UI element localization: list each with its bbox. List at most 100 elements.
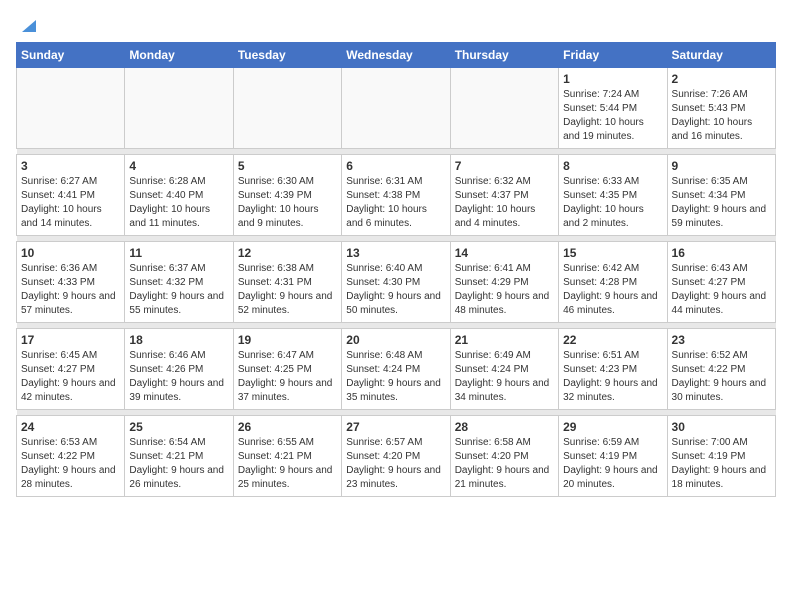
calendar-cell: 21Sunrise: 6:49 AM Sunset: 4:24 PM Dayli… (450, 329, 558, 410)
calendar-cell: 20 Sunrise: 6:48 AM Sunset: 4:24 PM Dayli… (342, 329, 450, 410)
day-number: 18 (129, 333, 228, 347)
calendar-cell: 5 Sunrise: 6:30 AM Sunset: 4:39 PM Daylig… (233, 155, 341, 236)
calendar-cell: 9 Sunrise: 6:35 AM Sunset: 4:34 PM Daylig… (667, 155, 775, 236)
cell-info: Sunrise: 7:00 AM Sunset: 4:19 PM Dayligh… (672, 436, 771, 492)
day-number: 17 (21, 333, 120, 347)
calendar-cell: 10 Sunrise: 6:36 AM Sunset: 4:33 PM Dayli… (17, 242, 125, 323)
calendar-cell: 17 Sunrise: 6:45 AM Sunset: 4:27 PM Dayli… (17, 329, 125, 410)
week-row-1: 1Sunrise: 7:24 AM Sunset: 5:44 PM Daylig… (17, 68, 776, 149)
day-number: 12 (238, 246, 337, 260)
calendar-cell: 1Sunrise: 7:24 AM Sunset: 5:44 PM Daylig… (559, 68, 667, 149)
calendar-cell: 13 Sunrise: 6:40 AM Sunset: 4:30 PM Dayli… (342, 242, 450, 323)
cell-info: Sunrise: 6:38 AM Sunset: 4:31 PM Dayligh… (238, 262, 337, 318)
cell-info: Sunrise: 6:53 AM Sunset: 4:22 PM Dayligh… (21, 436, 120, 492)
day-number: 25 (129, 420, 228, 434)
cell-info: Sunrise: 6:49 AM Sunset: 4:24 PM Dayligh… (455, 349, 554, 405)
cell-info: Sunrise: 6:35 AM Sunset: 4:34 PM Dayligh… (672, 175, 771, 231)
cell-info: Sunrise: 6:31 AM Sunset: 4:38 PM Dayligh… (346, 175, 445, 231)
calendar-cell: 29 Sunrise: 6:59 AM Sunset: 4:19 PM Dayli… (559, 416, 667, 497)
calendar-cell (342, 68, 450, 149)
calendar-cell: 4Sunrise: 6:28 AM Sunset: 4:40 PM Daylig… (125, 155, 233, 236)
cell-info: Sunrise: 7:26 AM Sunset: 5:43 PM Dayligh… (672, 88, 771, 144)
calendar-cell: 6 Sunrise: 6:31 AM Sunset: 4:38 PM Daylig… (342, 155, 450, 236)
cell-info: Sunrise: 6:40 AM Sunset: 4:30 PM Dayligh… (346, 262, 445, 318)
day-number: 6 (346, 159, 445, 173)
day-number: 8 (563, 159, 662, 173)
weekday-header-thursday: Thursday (450, 43, 558, 68)
calendar-cell: 27 Sunrise: 6:57 AM Sunset: 4:20 PM Dayli… (342, 416, 450, 497)
day-number: 15 (563, 246, 662, 260)
day-number: 22 (563, 333, 662, 347)
cell-info: Sunrise: 6:55 AM Sunset: 4:21 PM Dayligh… (238, 436, 337, 492)
cell-info: Sunrise: 6:51 AM Sunset: 4:23 PM Dayligh… (563, 349, 662, 405)
weekday-header-monday: Monday (125, 43, 233, 68)
calendar-cell: 3Sunrise: 6:27 AM Sunset: 4:41 PM Daylig… (17, 155, 125, 236)
day-number: 28 (455, 420, 554, 434)
weekday-header-saturday: Saturday (667, 43, 775, 68)
weekday-header-friday: Friday (559, 43, 667, 68)
logo-row (16, 16, 36, 34)
cell-info: Sunrise: 6:37 AM Sunset: 4:32 PM Dayligh… (129, 262, 228, 318)
cell-info: Sunrise: 6:46 AM Sunset: 4:26 PM Dayligh… (129, 349, 228, 405)
calendar-cell: 8 Sunrise: 6:33 AM Sunset: 4:35 PM Daylig… (559, 155, 667, 236)
cell-info: Sunrise: 6:59 AM Sunset: 4:19 PM Dayligh… (563, 436, 662, 492)
day-number: 5 (238, 159, 337, 173)
day-number: 9 (672, 159, 771, 173)
cell-info: Sunrise: 6:28 AM Sunset: 4:40 PM Dayligh… (129, 175, 228, 231)
cell-info: Sunrise: 6:30 AM Sunset: 4:39 PM Dayligh… (238, 175, 337, 231)
day-number: 27 (346, 420, 445, 434)
cell-info: Sunrise: 6:57 AM Sunset: 4:20 PM Dayligh… (346, 436, 445, 492)
day-number: 19 (238, 333, 337, 347)
calendar-cell (233, 68, 341, 149)
weekday-header-tuesday: Tuesday (233, 43, 341, 68)
day-number: 16 (672, 246, 771, 260)
cell-info: Sunrise: 6:48 AM Sunset: 4:24 PM Dayligh… (346, 349, 445, 405)
cell-info: Sunrise: 7:24 AM Sunset: 5:44 PM Dayligh… (563, 88, 662, 144)
week-row-3: 10 Sunrise: 6:36 AM Sunset: 4:33 PM Dayli… (17, 242, 776, 323)
weekday-header-row: SundayMondayTuesdayWednesdayThursdayFrid… (17, 43, 776, 68)
cell-info: Sunrise: 6:45 AM Sunset: 4:27 PM Dayligh… (21, 349, 120, 405)
cell-info: Sunrise: 6:43 AM Sunset: 4:27 PM Dayligh… (672, 262, 771, 318)
logo-triangle-icon (18, 16, 36, 34)
cell-info: Sunrise: 6:41 AM Sunset: 4:29 PM Dayligh… (455, 262, 554, 318)
day-number: 7 (455, 159, 554, 173)
day-number: 29 (563, 420, 662, 434)
calendar-cell: 14 Sunrise: 6:41 AM Sunset: 4:29 PM Dayli… (450, 242, 558, 323)
calendar-cell: 26Sunrise: 6:55 AM Sunset: 4:21 PM Dayli… (233, 416, 341, 497)
cell-info: Sunrise: 6:42 AM Sunset: 4:28 PM Dayligh… (563, 262, 662, 318)
calendar-cell: 24 Sunrise: 6:53 AM Sunset: 4:22 PM Dayli… (17, 416, 125, 497)
calendar-cell (450, 68, 558, 149)
logo (16, 16, 36, 34)
calendar-cell: 22 Sunrise: 6:51 AM Sunset: 4:23 PM Dayli… (559, 329, 667, 410)
week-row-2: 3Sunrise: 6:27 AM Sunset: 4:41 PM Daylig… (17, 155, 776, 236)
day-number: 2 (672, 72, 771, 86)
calendar-cell (125, 68, 233, 149)
calendar-cell: 28Sunrise: 6:58 AM Sunset: 4:20 PM Dayli… (450, 416, 558, 497)
day-number: 11 (129, 246, 228, 260)
weekday-header-wednesday: Wednesday (342, 43, 450, 68)
week-row-5: 24 Sunrise: 6:53 AM Sunset: 4:22 PM Dayli… (17, 416, 776, 497)
calendar-cell: 30 Sunrise: 7:00 AM Sunset: 4:19 PM Dayli… (667, 416, 775, 497)
day-number: 20 (346, 333, 445, 347)
weekday-header-sunday: Sunday (17, 43, 125, 68)
calendar-cell: 11 Sunrise: 6:37 AM Sunset: 4:32 PM Dayli… (125, 242, 233, 323)
header-area (16, 16, 776, 34)
day-number: 10 (21, 246, 120, 260)
day-number: 24 (21, 420, 120, 434)
calendar-table: SundayMondayTuesdayWednesdayThursdayFrid… (16, 42, 776, 497)
cell-info: Sunrise: 6:47 AM Sunset: 4:25 PM Dayligh… (238, 349, 337, 405)
week-row-4: 17 Sunrise: 6:45 AM Sunset: 4:27 PM Dayli… (17, 329, 776, 410)
day-number: 3 (21, 159, 120, 173)
cell-info: Sunrise: 6:33 AM Sunset: 4:35 PM Dayligh… (563, 175, 662, 231)
day-number: 30 (672, 420, 771, 434)
cell-info: Sunrise: 6:36 AM Sunset: 4:33 PM Dayligh… (21, 262, 120, 318)
calendar-cell: 2 Sunrise: 7:26 AM Sunset: 5:43 PM Daylig… (667, 68, 775, 149)
day-number: 14 (455, 246, 554, 260)
cell-info: Sunrise: 6:32 AM Sunset: 4:37 PM Dayligh… (455, 175, 554, 231)
calendar-cell: 25Sunrise: 6:54 AM Sunset: 4:21 PM Dayli… (125, 416, 233, 497)
calendar-cell: 19 Sunrise: 6:47 AM Sunset: 4:25 PM Dayli… (233, 329, 341, 410)
calendar-cell: 7 Sunrise: 6:32 AM Sunset: 4:37 PM Daylig… (450, 155, 558, 236)
calendar-cell: 12 Sunrise: 6:38 AM Sunset: 4:31 PM Dayli… (233, 242, 341, 323)
page-wrapper: SundayMondayTuesdayWednesdayThursdayFrid… (16, 16, 776, 497)
day-number: 13 (346, 246, 445, 260)
